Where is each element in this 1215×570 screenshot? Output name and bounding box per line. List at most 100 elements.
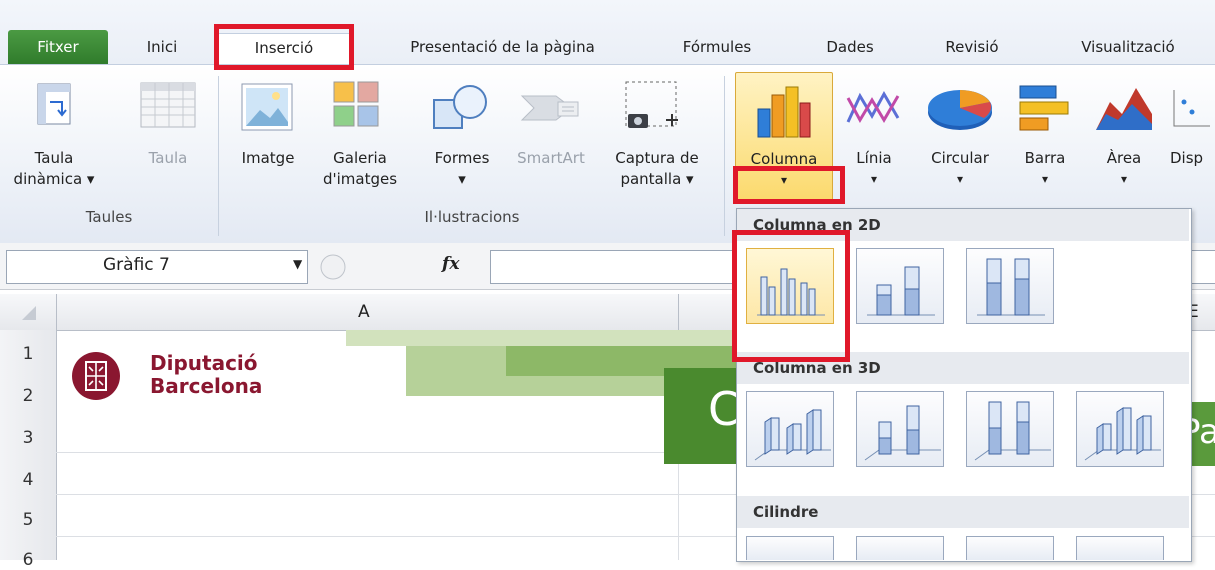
group-label-tables: Taules xyxy=(85,208,133,226)
stacked-100-column-thumb[interactable] xyxy=(966,248,1054,324)
collapse-handle-icon[interactable] xyxy=(318,252,348,282)
pivot-table-label-1: Taula xyxy=(34,149,74,167)
shapes-dropdown-arrow: ▾ xyxy=(458,170,466,188)
select-all-icon[interactable] xyxy=(20,304,38,322)
banner-text-fragment: C xyxy=(708,382,736,436)
banner-stripe xyxy=(346,330,736,346)
screenshot-button[interactable]: Captura de pantalla ▾ xyxy=(598,78,716,204)
area-chart-icon xyxy=(1096,88,1152,130)
bar-chart-icon xyxy=(1019,85,1069,131)
bar-chart-label: Barra xyxy=(1024,149,1066,167)
row-header-6[interactable]: 6 xyxy=(0,550,56,570)
clip-art-label-2: d'imatges xyxy=(322,170,398,188)
3d-stacked-100-column-icon xyxy=(974,401,1051,461)
pie-chart-dropdown-arrow[interactable]: ▾ xyxy=(914,169,1006,190)
screenshot-icon xyxy=(625,81,678,128)
screenshot-label-1: Captura de xyxy=(615,149,699,167)
column-chart-button[interactable]: Columna ▾ xyxy=(735,72,833,204)
logo-text-line2: Barcelona xyxy=(150,374,263,398)
shapes-button[interactable]: Formes ▾ xyxy=(420,78,504,204)
chevron-down-icon[interactable]: ▼ xyxy=(293,257,302,271)
picture-button[interactable]: Imatge xyxy=(226,78,310,204)
3d-clustered-column-icon xyxy=(754,409,831,461)
tab-home[interactable]: Inici xyxy=(132,33,192,63)
ribbon-separator xyxy=(724,76,725,236)
row-header-4[interactable]: 4 xyxy=(0,470,56,490)
pie-chart-button[interactable]: Circular ▾ xyxy=(914,78,1006,204)
tab-file[interactable]: Fitxer xyxy=(8,30,108,66)
tab-data[interactable]: Dades xyxy=(810,33,890,63)
name-box[interactable]: Gràfic 7 ▼ xyxy=(6,250,308,284)
table-icon xyxy=(140,82,196,128)
row-header-5[interactable]: 5 xyxy=(0,510,56,530)
shapes-label: Formes xyxy=(434,149,490,167)
line-chart-button[interactable]: Línia ▾ xyxy=(838,78,910,204)
3d-stacked-column-icon xyxy=(864,405,941,461)
pivot-table-icon xyxy=(37,83,71,125)
3d-column-thumb[interactable] xyxy=(1076,391,1164,467)
clip-art-label-1: Galeria xyxy=(333,149,387,167)
smartart-button[interactable]: SmartArt xyxy=(506,78,596,204)
stacked-column-thumb[interactable] xyxy=(856,248,944,324)
picture-icon xyxy=(241,83,293,131)
tab-insert[interactable]: Inserció xyxy=(214,33,354,64)
row-header-bar: 1 2 3 4 5 6 xyxy=(0,330,57,570)
gallery-section-2d: Columna en 2D xyxy=(737,209,1189,241)
area-chart-label: Àrea xyxy=(1106,149,1142,167)
tab-formulas[interactable]: Fórmules xyxy=(662,33,772,63)
area-chart-button[interactable]: Àrea ▾ xyxy=(1088,78,1160,204)
table-label: Taula xyxy=(148,149,188,167)
column-chart-dropdown-arrow[interactable]: ▾ xyxy=(736,170,832,191)
clip-art-icon xyxy=(333,81,379,127)
tab-review[interactable]: Revisió xyxy=(922,33,1022,63)
pie-chart-icon xyxy=(928,90,992,130)
table-button[interactable]: Taula xyxy=(126,78,210,204)
name-box-value: Gràfic 7 xyxy=(103,255,170,275)
clustered-column-thumb[interactable] xyxy=(746,248,834,324)
scatter-chart-button[interactable]: Disp xyxy=(1160,78,1215,204)
smartart-icon xyxy=(520,95,579,121)
row-header-2[interactable]: 2 xyxy=(0,386,56,406)
diputacio-logo-icon xyxy=(72,352,120,400)
picture-label: Imatge xyxy=(241,149,295,167)
screenshot-label-2: pantalla ▾ xyxy=(620,170,694,188)
line-chart-label: Línia xyxy=(856,149,892,167)
pivot-table-button[interactable]: Taula dinàmica ▾ xyxy=(4,78,104,204)
shapes-icon xyxy=(433,85,487,129)
tab-page-layout[interactable]: Presentació de la pàgina xyxy=(370,33,635,63)
line-chart-dropdown-arrow[interactable]: ▾ xyxy=(838,169,910,190)
area-chart-dropdown-arrow[interactable]: ▾ xyxy=(1088,169,1160,190)
line-chart-icon xyxy=(846,90,900,124)
gallery-section-cylinder: Cilindre xyxy=(737,496,1189,528)
cylinder-stacked-100-thumb[interactable] xyxy=(966,536,1054,560)
scatter-chart-icon xyxy=(1173,90,1210,127)
insert-function-button[interactable]: fx xyxy=(442,254,459,274)
stacked-100-column-icon xyxy=(977,258,1045,316)
column-chart-label: Columna xyxy=(750,150,818,168)
formula-bar-controls: fx xyxy=(318,252,468,282)
row-header-3[interactable]: 3 xyxy=(0,428,56,448)
bar-chart-button[interactable]: Barra ▾ xyxy=(1008,78,1082,204)
gallery-section-3d: Columna en 3D xyxy=(737,352,1189,384)
cylinder-clustered-thumb[interactable] xyxy=(746,536,834,560)
clip-art-button[interactable]: Galeria d'imatges xyxy=(312,78,408,204)
bar-chart-dropdown-arrow[interactable]: ▾ xyxy=(1008,169,1082,190)
ribbon-separator xyxy=(218,76,219,236)
cylinder-stacked-thumb[interactable] xyxy=(856,536,944,560)
column-header-a[interactable]: A xyxy=(358,302,370,322)
group-label-illustrations: Il·lustracions xyxy=(424,208,520,226)
column-chart-icon xyxy=(757,86,811,138)
pie-chart-label: Circular xyxy=(931,149,989,167)
3d-stacked-column-thumb[interactable] xyxy=(856,391,944,467)
3d-column-icon xyxy=(1084,407,1161,461)
scatter-chart-label: Disp xyxy=(1170,149,1204,167)
pivot-table-label-2: dinàmica ▾ xyxy=(13,170,95,188)
row-header-1[interactable]: 1 xyxy=(0,344,56,364)
logo-text-line1: Diputació xyxy=(150,351,258,375)
cylinder-3d-thumb[interactable] xyxy=(1076,536,1164,560)
3d-clustered-column-thumb[interactable] xyxy=(746,391,834,467)
clustered-column-icon xyxy=(757,268,825,316)
tab-view[interactable]: Visualització xyxy=(1048,33,1208,63)
stacked-column-icon xyxy=(867,266,935,316)
3d-stacked-100-column-thumb[interactable] xyxy=(966,391,1054,467)
